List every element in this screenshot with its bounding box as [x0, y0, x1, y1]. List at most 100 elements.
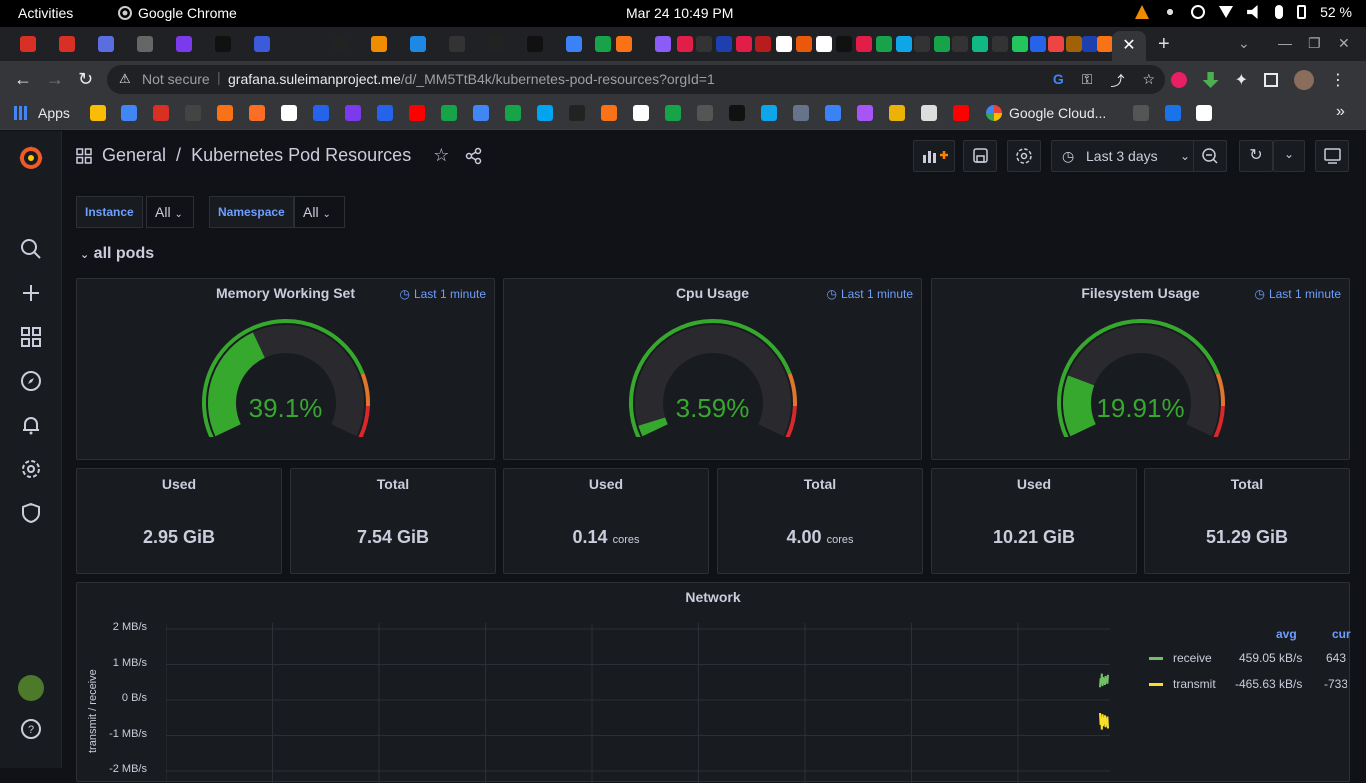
panel-cpu-usage[interactable]: Cpu Usage ◷ Last 1 minute 3.59%: [503, 278, 922, 460]
bookmark-favicon-icon[interactable]: [377, 105, 393, 121]
variable-namespace-select[interactable]: All ⌄: [294, 196, 345, 228]
forward-button[interactable]: →: [46, 69, 64, 90]
tab-favicon-icon[interactable]: [616, 36, 632, 52]
tab-favicon-icon[interactable]: [332, 36, 348, 52]
bookmark-favicon-icon[interactable]: [761, 105, 777, 121]
tab-favicon-icon[interactable]: [716, 36, 732, 52]
side-panel-icon[interactable]: [1264, 73, 1278, 87]
url-text[interactable]: grafana.suleimanproject.me/d/_MM5TtB4k/k…: [228, 71, 715, 87]
bookmark-star-icon[interactable]: ☆: [1142, 71, 1155, 91]
stat-filesystem-used[interactable]: Used 10.21 GiB: [931, 468, 1137, 574]
panel-memory-working-set[interactable]: Memory Working Set ◷ Last 1 minute 39.1%: [76, 278, 495, 460]
bookmark-favicon-icon[interactable]: [1133, 105, 1149, 121]
key-icon[interactable]: ⚿: [1082, 71, 1093, 91]
minimize-button[interactable]: —: [1278, 35, 1292, 51]
bookmarks-overflow-icon[interactable]: »: [1336, 103, 1345, 121]
bookmark-favicon-icon[interactable]: [793, 105, 809, 121]
tab-favicon-icon[interactable]: [796, 36, 812, 52]
stat-cpu-total[interactable]: Total 4.00 cores: [717, 468, 923, 574]
tab-favicon-icon[interactable]: [972, 36, 988, 52]
tab-favicon-icon[interactable]: [755, 36, 771, 52]
bookmark-favicon-icon[interactable]: [697, 105, 713, 121]
tab-favicon-icon[interactable]: [655, 36, 671, 52]
favorite-star-icon[interactable]: ☆: [433, 145, 449, 166]
legend-item-transmit[interactable]: transmit -465.63 kB/s -733: [1147, 677, 1347, 695]
tab-favicon-icon[interactable]: [992, 36, 1008, 52]
tab-favicon-icon[interactable]: [137, 36, 153, 52]
row-header[interactable]: ⌄ all pods: [80, 245, 154, 263]
alerting-bell-icon[interactable]: [20, 414, 42, 436]
bookmark-favicon-icon[interactable]: [729, 105, 745, 121]
tab-favicon-icon[interactable]: [696, 36, 712, 52]
restore-button[interactable]: ❐: [1308, 35, 1321, 52]
tab-favicon-icon[interactable]: [410, 36, 426, 52]
bookmark-favicon-icon[interactable]: [953, 105, 969, 121]
tab-favicon-icon[interactable]: [449, 36, 465, 52]
bookmark-favicon-icon[interactable]: [857, 105, 873, 121]
extensions-puzzle-icon[interactable]: ✦: [1235, 70, 1248, 90]
dashboard-title[interactable]: Kubernetes Pod Resources: [191, 145, 411, 166]
tab-favicon-icon[interactable]: [1097, 36, 1113, 52]
tab-favicon-icon[interactable]: [98, 36, 114, 52]
tab-favicon-icon[interactable]: [215, 36, 231, 52]
bookmark-google-cloud[interactable]: Google Cloud...: [1009, 105, 1106, 121]
clock[interactable]: Mar 24 10:49 PM: [626, 5, 733, 21]
tab-favicon-icon[interactable]: [527, 36, 543, 52]
add-panel-button[interactable]: [913, 140, 955, 172]
bookmark-favicon-icon[interactable]: [281, 105, 297, 121]
dashboard-settings-button[interactable]: [1007, 140, 1041, 172]
tab-favicon-icon[interactable]: [254, 36, 270, 52]
bookmark-favicon-icon[interactable]: [825, 105, 841, 121]
legend-header-avg[interactable]: avg: [1276, 627, 1297, 641]
bookmark-favicon-icon[interactable]: [601, 105, 617, 121]
create-plus-icon[interactable]: [20, 282, 42, 304]
tab-favicon-icon[interactable]: [836, 36, 852, 52]
tab-close-button[interactable]: ✕: [1112, 31, 1146, 61]
bookmark-favicon-icon[interactable]: [313, 105, 329, 121]
bookmark-favicon-icon[interactable]: [921, 105, 937, 121]
bookmark-favicon-icon[interactable]: [185, 105, 201, 121]
tab-favicon-icon[interactable]: [876, 36, 892, 52]
reload-button[interactable]: ↻: [78, 69, 93, 90]
bookmark-favicon-icon[interactable]: [345, 105, 361, 121]
tab-favicon-icon[interactable]: [371, 36, 387, 52]
bookmark-favicon-icon[interactable]: [1165, 105, 1181, 121]
tab-favicon-icon[interactable]: [1030, 36, 1046, 52]
bookmark-favicon-icon[interactable]: [633, 105, 649, 121]
system-tray[interactable]: 52 %: [1135, 4, 1352, 20]
security-label[interactable]: Not secure: [142, 71, 210, 87]
bookmark-favicon-icon[interactable]: [889, 105, 905, 121]
tab-favicon-icon[interactable]: [914, 36, 930, 52]
bookmark-apps[interactable]: Apps: [38, 105, 70, 121]
legend-header-current[interactable]: cur: [1332, 627, 1351, 641]
tab-favicon-icon[interactable]: [20, 36, 36, 52]
save-dashboard-button[interactable]: [963, 140, 997, 172]
tab-favicon-icon[interactable]: [176, 36, 192, 52]
tab-search-icon[interactable]: ⌄: [1238, 35, 1250, 52]
new-tab-button[interactable]: +: [1158, 33, 1170, 56]
tab-favicon-icon[interactable]: [1048, 36, 1064, 52]
tab-favicon-icon[interactable]: [1082, 36, 1098, 52]
bookmark-favicon-icon[interactable]: [665, 105, 681, 121]
tab-favicon-icon[interactable]: [1012, 36, 1028, 52]
share-icon[interactable]: ⤴: [1110, 71, 1124, 91]
tv-mode-button[interactable]: [1315, 140, 1349, 172]
bookmark-favicon-icon[interactable]: [473, 105, 489, 121]
bookmark-favicon-icon[interactable]: [1196, 105, 1212, 121]
bookmark-favicon-icon[interactable]: [409, 105, 425, 121]
stat-filesystem-total[interactable]: Total 51.29 GiB: [1144, 468, 1350, 574]
tab-favicon-icon[interactable]: [1066, 36, 1082, 52]
bookmark-favicon-icon[interactable]: [569, 105, 585, 121]
time-range-picker[interactable]: ◷ Last 3 days ⌄: [1051, 140, 1199, 172]
google-icon[interactable]: G: [1053, 71, 1064, 91]
explore-compass-icon[interactable]: [20, 370, 42, 392]
panel-network[interactable]: Network 2 MB/s 1 MB/s 0 B/s -1 MB/s -2 M…: [76, 582, 1351, 783]
variable-instance-select[interactable]: All ⌄: [146, 196, 194, 228]
stat-cpu-used[interactable]: Used 0.14 cores: [503, 468, 709, 574]
close-window-button[interactable]: ✕: [1338, 35, 1350, 52]
breadcrumb-folder[interactable]: General: [102, 145, 166, 166]
tab-favicon-icon[interactable]: [896, 36, 912, 52]
share-icon[interactable]: [465, 147, 483, 165]
extension-download-icon[interactable]: [1202, 72, 1219, 88]
tab-favicon-icon[interactable]: [736, 36, 752, 52]
